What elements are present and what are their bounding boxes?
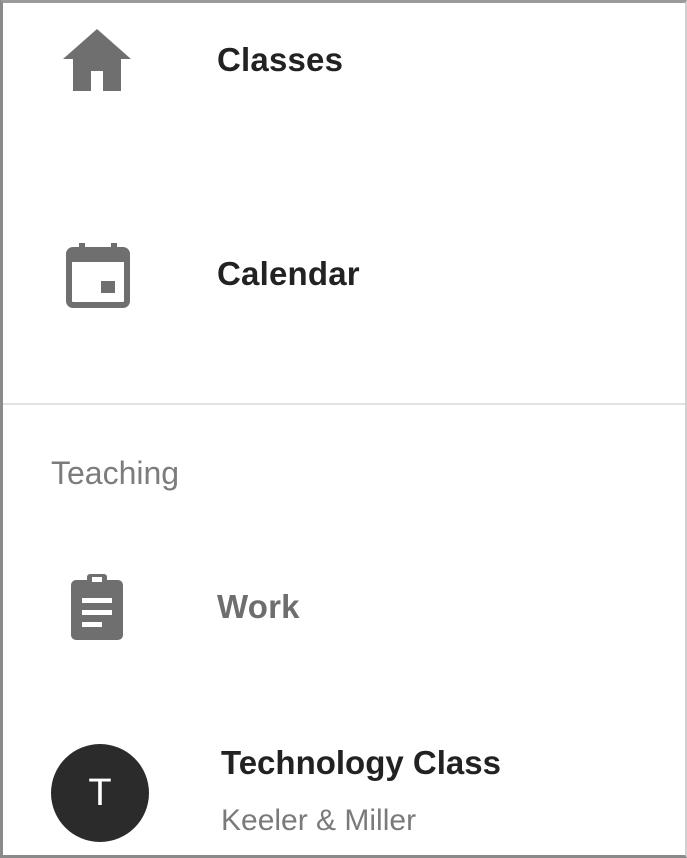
class-subtitle: Keeler & Miller (221, 804, 417, 837)
section-header-teaching: Teaching (51, 455, 180, 491)
class-name: Technology Class (221, 744, 501, 781)
calendar-icon (66, 243, 130, 308)
home-icon (63, 29, 131, 91)
nav-item-work[interactable]: Work (3, 548, 685, 668)
assignment-icon (71, 574, 123, 640)
nav-item-technology-class[interactable]: T Technology Class Keeler & Miller (3, 718, 685, 855)
nav-item-calendar[interactable]: Calendar (3, 213, 685, 353)
nav-item-label: Classes (217, 41, 344, 78)
nav-item-label: Work (217, 588, 300, 625)
navigation-drawer: Classes Calendar Teaching Work T Technol… (0, 0, 687, 858)
class-avatar: T (51, 744, 149, 842)
nav-item-label: Calendar (217, 255, 360, 292)
section-divider (3, 403, 685, 405)
nav-item-classes[interactable]: Classes (3, 3, 685, 133)
